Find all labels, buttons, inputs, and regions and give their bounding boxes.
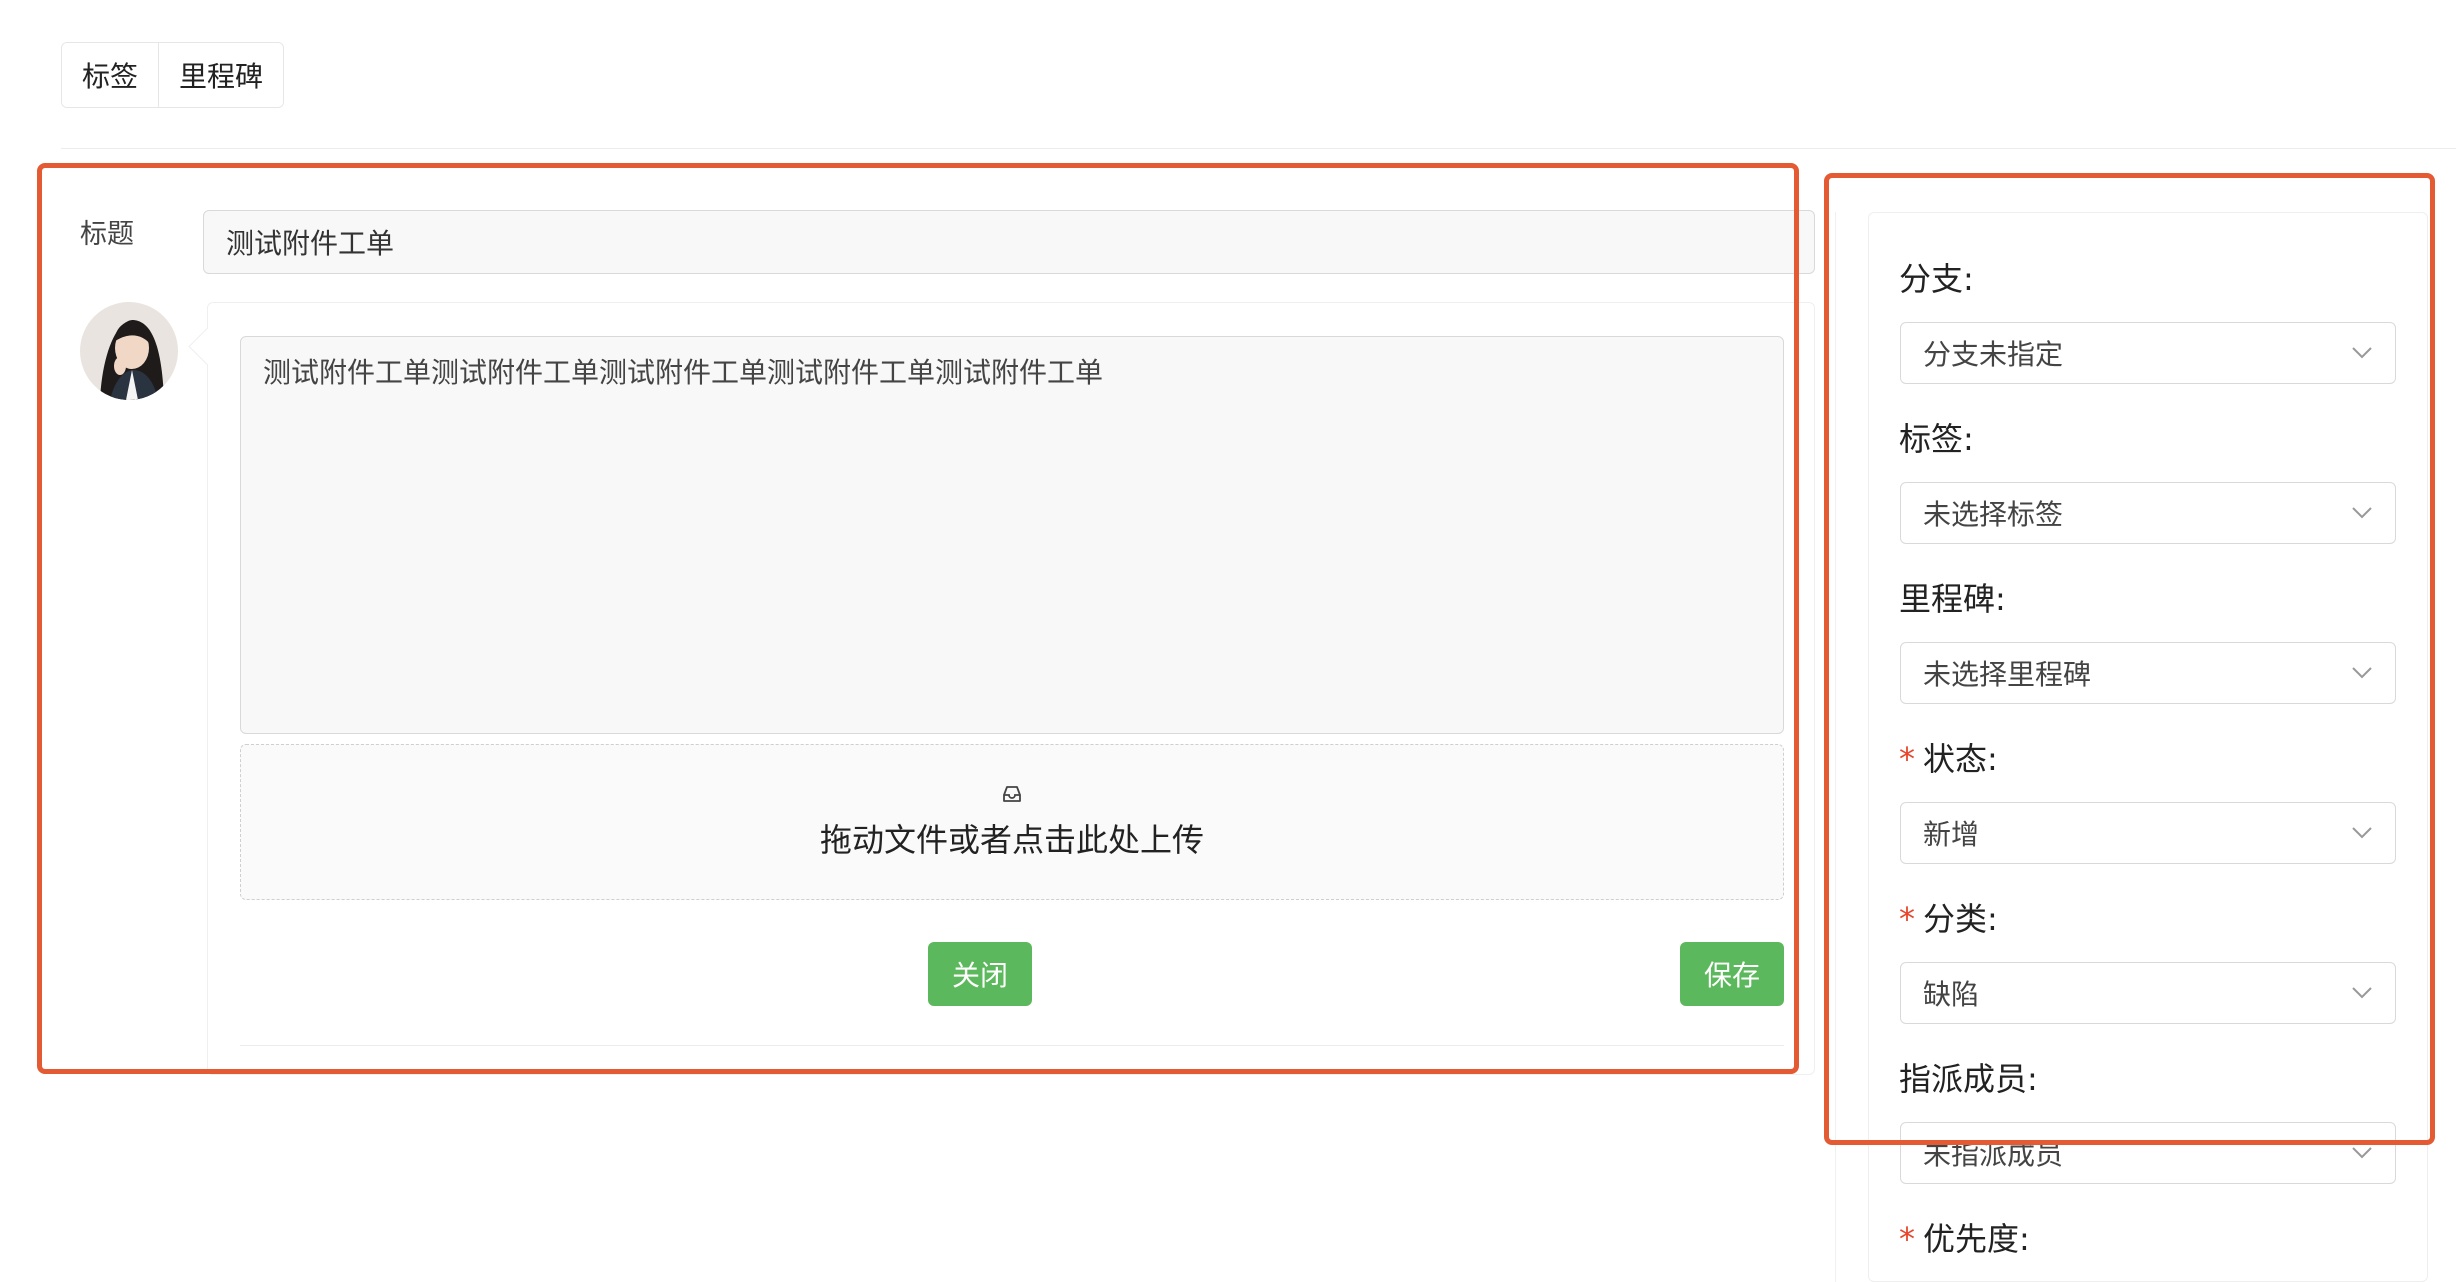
tags-label: 标签: xyxy=(1899,420,1974,458)
close-button[interactable]: 关闭 xyxy=(928,942,1033,1006)
tab-milestones[interactable]: 里程碑 xyxy=(158,43,284,107)
category-value: 缺陷 xyxy=(1923,978,1980,1011)
chevron-down-icon xyxy=(2352,987,2372,999)
branch-select[interactable]: 分支未指定 xyxy=(1900,322,2396,384)
title-input[interactable] xyxy=(203,210,1815,274)
category-select[interactable]: 缺陷 xyxy=(1900,962,2396,1024)
branch-label: 分支: xyxy=(1899,260,1974,298)
upload-dropzone[interactable]: 拖动文件或者点击此处上传 xyxy=(240,744,1784,900)
sidebar-divider xyxy=(1835,212,1836,1282)
tags-select[interactable]: 未选择标签 xyxy=(1900,482,2396,544)
chevron-down-icon xyxy=(2352,507,2372,519)
description-textarea[interactable]: 测试附件工单测试附件工单测试附件工单测试附件工单测试附件工单 xyxy=(240,336,1784,734)
tab-group: 标签 里程碑 xyxy=(61,42,285,108)
chevron-down-icon xyxy=(2352,667,2372,679)
upload-text: 拖动文件或者点击此处上传 xyxy=(819,821,1204,859)
tab-labels[interactable]: 标签 xyxy=(62,43,159,107)
priority-label: * 优先度: xyxy=(1899,1220,2030,1258)
milestone-label: 里程碑: xyxy=(1899,580,2006,618)
required-mark: * xyxy=(1899,1220,1915,1258)
tags-value: 未选择标签 xyxy=(1923,498,2064,531)
assignee-label: 指派成员: xyxy=(1899,1060,2038,1098)
header-divider xyxy=(61,148,2456,149)
card-divider xyxy=(240,1045,1784,1046)
inbox-icon xyxy=(1003,786,1021,802)
milestone-select[interactable]: 未选择里程碑 xyxy=(1900,642,2396,704)
chevron-down-icon xyxy=(2352,1147,2372,1159)
branch-value: 分支未指定 xyxy=(1923,338,2064,371)
assignee-value: 未指派成员 xyxy=(1923,1138,2064,1171)
required-mark: * xyxy=(1899,900,1915,938)
status-select[interactable]: 新增 xyxy=(1900,802,2396,864)
category-label: * 分类: xyxy=(1899,900,1998,938)
status-value: 新增 xyxy=(1923,818,1980,851)
assignee-select[interactable]: 未指派成员 xyxy=(1900,1122,2396,1184)
chevron-down-icon xyxy=(2352,827,2372,839)
avatar xyxy=(80,302,178,400)
chevron-down-icon xyxy=(2352,347,2372,359)
title-label: 标题 xyxy=(80,219,134,250)
milestone-value: 未选择里程碑 xyxy=(1923,658,2092,691)
required-mark: * xyxy=(1899,740,1915,778)
status-label: * 状态: xyxy=(1899,740,1998,778)
save-button[interactable]: 保存 xyxy=(1680,942,1785,1006)
